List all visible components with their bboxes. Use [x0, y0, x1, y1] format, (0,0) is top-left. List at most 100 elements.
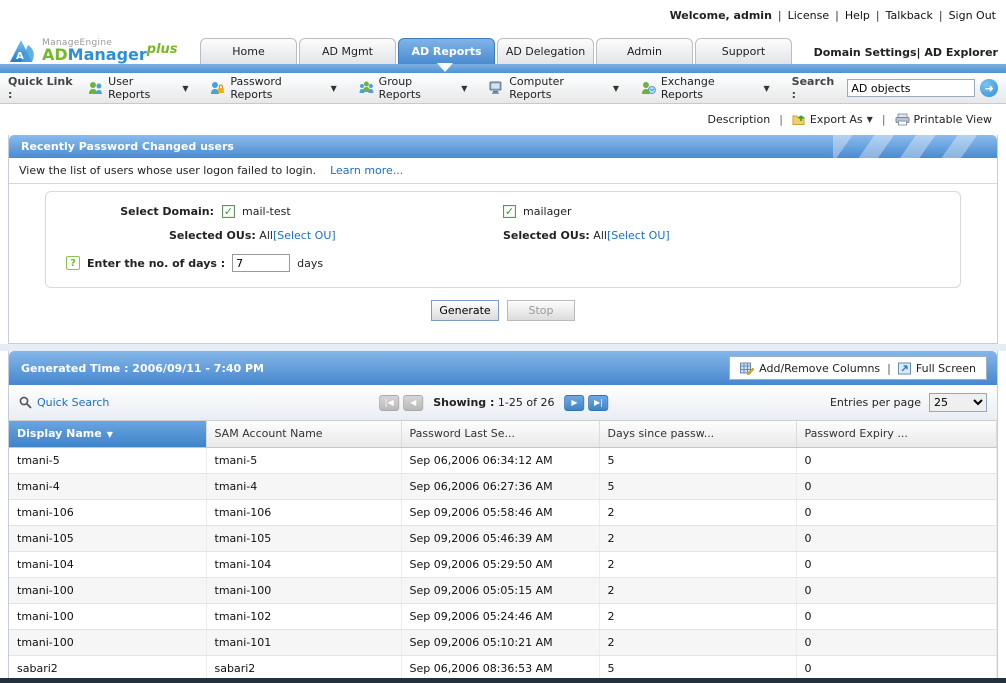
group-reports-label: Group Reports [378, 75, 421, 101]
computer-reports-label: Computer Reports [509, 75, 564, 101]
blue-strip [0, 63, 1006, 73]
generate-button[interactable]: Generate [431, 300, 499, 321]
entries-select[interactable]: 25 [929, 393, 987, 412]
user-reports-label: User Reports [108, 75, 151, 101]
domain-name-mail-test: mail-test [242, 205, 291, 218]
column-header-display-name[interactable]: Display Name ▼ [9, 421, 207, 448]
domain-settings-link[interactable]: Domain Settings [814, 46, 917, 59]
tab-admin[interactable]: Admin [596, 38, 693, 64]
column-header-password-expiry[interactable]: Password Expiry ... [796, 421, 997, 448]
table-cell: Sep 09,2006 05:29:50 AM [401, 551, 600, 578]
computer-reports-menu[interactable]: Computer Reports ▼ [489, 75, 619, 101]
separator: | [777, 8, 782, 22]
chevron-down-icon: ▼ [182, 83, 189, 93]
user-reports-menu[interactable]: User Reports ▼ [88, 75, 188, 101]
active-tab-notch [437, 63, 453, 72]
chevron-down-icon: ▼ [866, 115, 873, 124]
printer-icon [895, 113, 910, 126]
table-cell: 2 [599, 525, 797, 552]
select-domain-label: Select Domain: [120, 205, 214, 218]
tab-ad-reports[interactable]: AD Reports [398, 38, 495, 64]
printable-view-button[interactable]: Printable View [895, 113, 992, 126]
full-screen-label: Full Screen [915, 361, 976, 375]
chevron-down-icon: ▼ [461, 83, 468, 93]
next-page-button[interactable]: ▶ [564, 394, 585, 411]
table-row: tmani-100 tmani-102 Sep 09,2006 05:24:46 A… [9, 603, 997, 630]
table-row: tmani-106 tmani-106 Sep 09,2006 05:58:46 A… [9, 499, 997, 526]
quick-search-button[interactable]: Quick Search [19, 396, 109, 409]
table-cell: 0 [796, 525, 997, 552]
main-nav-tabs: Home AD Mgmt AD Reports AD Delegation Ad… [200, 30, 794, 64]
logo-manager: Manager [67, 45, 147, 64]
chevron-down-icon: ▼ [612, 83, 619, 93]
separator: | [881, 113, 886, 126]
logo-ad: AD [42, 45, 68, 64]
group-reports-menu[interactable]: Group Reports ▼ [359, 75, 468, 101]
table-cell: 0 [796, 577, 997, 604]
export-as-button[interactable]: Export As ▼ [792, 113, 873, 126]
learn-more-link[interactable]: Learn more... [330, 164, 403, 177]
add-remove-columns-button[interactable]: Add/Remove Columns [740, 362, 880, 375]
select-ou-link[interactable]: [Select OU] [607, 229, 670, 242]
talkback-link[interactable]: Talkback [886, 9, 933, 22]
printable-view-label: Printable View [913, 113, 992, 126]
password-icon [211, 82, 225, 94]
tab-ad-mgmt[interactable]: AD Mgmt [299, 38, 396, 64]
column-header-days-since[interactable]: Days since passw... [599, 421, 797, 448]
table-cell: 0 [796, 603, 997, 630]
tab-home[interactable]: Home [200, 38, 297, 64]
description-button[interactable]: Description [708, 113, 771, 126]
stop-button[interactable]: Stop [507, 300, 575, 321]
search-input[interactable] [847, 79, 976, 97]
exchange-reports-label: Exchange Reports [660, 75, 715, 101]
pager: |◀ ◀ Showing : 1-25 of 26 ▶ ▶| [379, 394, 609, 411]
generated-time: Generated Time : 2006/09/11 - 7:40 PM [21, 361, 264, 375]
domain-checkbox-mail-test[interactable]: ✓ [222, 205, 235, 218]
sort-desc-icon: ▼ [106, 430, 113, 440]
search-go-button[interactable]: ➜ [980, 79, 998, 97]
export-as-label: Export As [809, 113, 863, 126]
password-reports-menu[interactable]: Password Reports ▼ [210, 75, 337, 101]
ad-explorer-link[interactable]: AD Explorer [924, 46, 998, 59]
help-link[interactable]: Help [845, 9, 870, 22]
table-cell: 2 [599, 551, 797, 578]
exchange-reports-menu[interactable]: Exchange Reports ▼ [641, 75, 770, 101]
table-cell: Sep 09,2006 05:58:46 AM [401, 499, 600, 526]
domain-checkbox-mailager[interactable]: ✓ [503, 205, 516, 218]
domain-name-mailager: mailager [523, 205, 572, 218]
table-cell: Sep 09,2006 05:46:39 AM [401, 525, 600, 552]
days-input[interactable] [232, 254, 291, 272]
report-subtitle: View the list of users whose user logon … [19, 164, 317, 177]
panel-gap [0, 344, 1006, 351]
select-ou-link[interactable]: [Select OU] [273, 229, 336, 242]
license-link[interactable]: License [788, 9, 829, 22]
quick-search-label: Quick Search [37, 396, 110, 409]
tab-ad-delegation[interactable]: AD Delegation [497, 38, 594, 64]
tab-support[interactable]: Support [695, 38, 792, 64]
first-page-button[interactable]: |◀ [379, 394, 400, 411]
separator: | [916, 46, 921, 59]
column-header-sam-account[interactable]: SAM Account Name [206, 421, 402, 448]
last-page-button[interactable]: ▶| [588, 394, 609, 411]
days-label: Enter the no. of days : [87, 256, 226, 270]
prev-page-button[interactable]: ◀ [403, 394, 424, 411]
table-cell: 2 [599, 629, 797, 656]
admanager-logo-icon: A [10, 40, 34, 62]
full-screen-button[interactable]: Full Screen [897, 361, 976, 375]
table-cell: 0 [796, 551, 997, 578]
table-row: tmani-100 tmani-100 Sep 09,2006 05:05:15 A… [9, 577, 997, 604]
column-header-password-last-set[interactable]: Password Last Se... [401, 421, 600, 448]
table-cell: tmani-104 [9, 551, 207, 578]
table-cell: Sep 09,2006 05:05:15 AM [401, 577, 600, 604]
table-cell: tmani-104 [206, 551, 402, 578]
table-row: tmani-5 tmani-5 Sep 06,2006 06:34:12 AM 5 0 [9, 447, 997, 474]
table-cell: 0 [796, 629, 997, 656]
report-title: Recently Password Changed users [21, 140, 234, 153]
help-icon[interactable]: ? [66, 256, 80, 270]
table-cell: tmani-100 [206, 577, 402, 604]
entries-label: Entries per page [829, 396, 921, 409]
signout-link[interactable]: Sign Out [949, 9, 996, 22]
header-row: A ManageEngine ADManagerplus Home AD Mgm… [0, 30, 1006, 64]
table-cell: tmani-105 [9, 525, 207, 552]
search-label: Search : [791, 75, 835, 101]
